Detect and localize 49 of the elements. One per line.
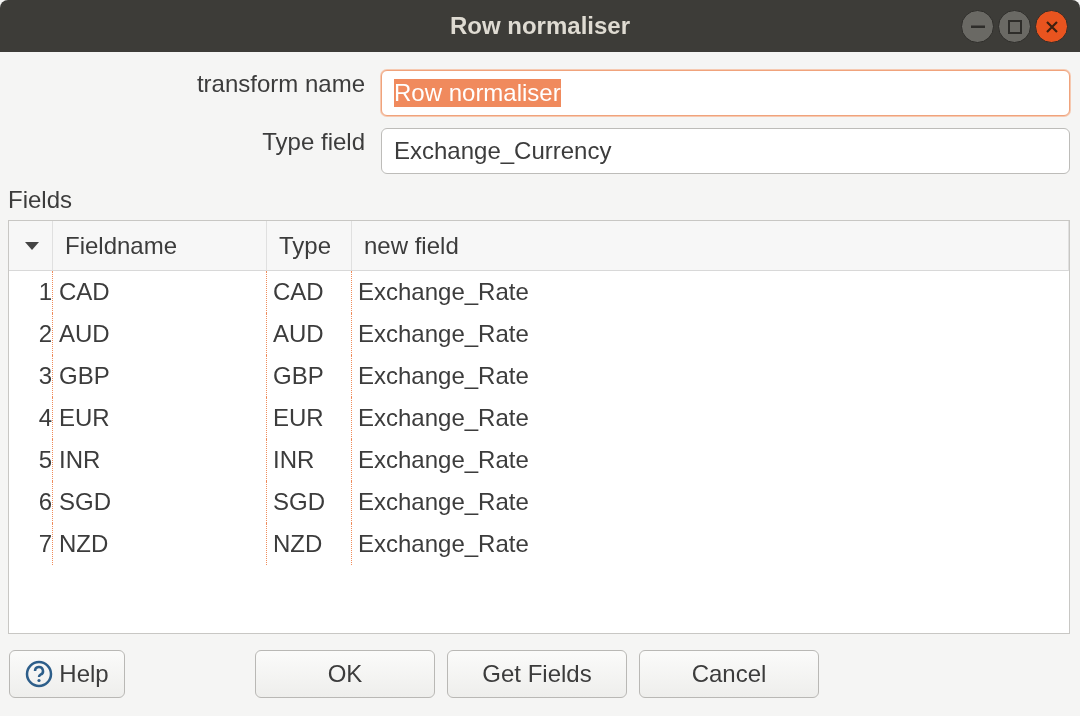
minimize-icon: [970, 24, 985, 29]
table-cell: NZD: [267, 523, 352, 565]
dialog-button[interactable]: Get Fields: [447, 650, 627, 698]
dialog-button[interactable]: OK: [255, 650, 435, 698]
sort-caret-icon: [25, 241, 39, 250]
field-label: Type field: [262, 128, 365, 156]
window-title: Row normaliser: [449, 12, 630, 40]
help-button[interactable]: Help: [9, 650, 125, 698]
table-cell: GBP: [53, 355, 267, 397]
table-cell: AUD: [267, 313, 352, 355]
maximize-button[interactable]: [998, 10, 1031, 43]
close-button[interactable]: [1035, 10, 1068, 43]
row-number: 5: [9, 439, 53, 481]
column-header[interactable]: new field: [352, 221, 1069, 271]
table-cell: SGD: [267, 481, 352, 523]
table-cell-text: Exchange_Rate: [357, 529, 530, 559]
table-cell: NZD: [53, 523, 267, 565]
table-cell: EUR: [53, 397, 267, 439]
help-icon: [25, 660, 54, 688]
column-header[interactable]: [9, 221, 53, 271]
row-number: 1: [9, 271, 53, 313]
table-cell: INR: [53, 439, 267, 481]
table-cell: AUD: [53, 313, 267, 355]
table-cell-text: Exchange_Rate: [357, 403, 530, 433]
table-cell: EUR: [267, 397, 352, 439]
table-cell-text: Exchange_Rate: [357, 487, 530, 517]
section-label: Fields: [8, 186, 74, 214]
table-cell-text: Exchange_Rate: [357, 319, 530, 349]
row-number: 7: [9, 523, 53, 565]
minimize-button[interactable]: [961, 10, 994, 43]
row-number: 2: [9, 313, 53, 355]
table-cell: INR: [267, 439, 352, 481]
input-field[interactable]: Exchange_Currency: [381, 128, 1070, 174]
close-icon: [1045, 20, 1058, 33]
table-cell-text: Exchange_Rate: [357, 445, 530, 475]
table-cell: GBP: [267, 355, 352, 397]
table-cell: CAD: [267, 271, 352, 313]
column-header[interactable]: Type: [267, 221, 352, 271]
maximize-icon: [1007, 19, 1022, 34]
row-number: 3: [9, 355, 53, 397]
table-cell-text: Exchange_Rate: [357, 361, 530, 391]
field-label: transform name: [196, 70, 365, 98]
table-cell-text: Exchange_Rate: [357, 277, 530, 307]
table-cell: CAD: [53, 271, 267, 313]
row-number: 4: [9, 397, 53, 439]
dialog-button[interactable]: Cancel: [639, 650, 819, 698]
table-cell: SGD: [53, 481, 267, 523]
column-header[interactable]: Fieldname: [53, 221, 267, 271]
row-number: 6: [9, 481, 53, 523]
